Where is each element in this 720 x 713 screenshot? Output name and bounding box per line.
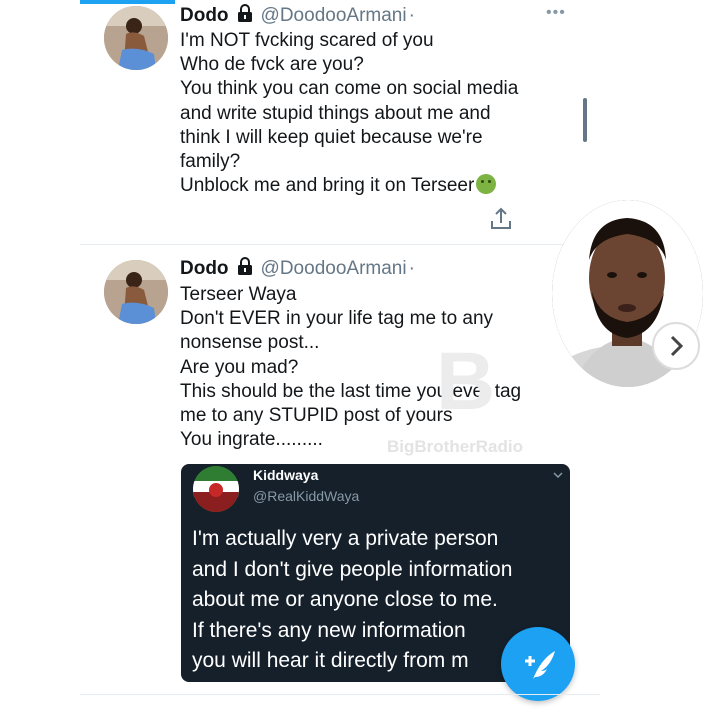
quoted-line: I'm actually very a private person xyxy=(192,527,499,550)
tweet-header: Dodo @DoodooArmani · xyxy=(180,256,415,282)
share-icon[interactable] xyxy=(488,206,514,232)
separator-dot: · xyxy=(408,5,415,26)
tweet-text: Terseer Waya Don't EVER in your life tag… xyxy=(180,283,580,452)
tweet-line: Who de fvck are you? xyxy=(180,54,364,76)
next-slide-button[interactable] xyxy=(652,322,700,370)
top-accent-bar xyxy=(80,0,175,4)
tweet-2[interactable]: Dodo @DoodooArmani · Terseer Waya Don't … xyxy=(80,248,600,701)
tweet-line: Unblock me and bring it on Terseer xyxy=(180,175,475,197)
compose-tweet-icon xyxy=(525,651,555,679)
screenshot-panel: Dodo @DoodooArmani · ••• I'm NOT fvcking… xyxy=(80,0,600,713)
display-name[interactable]: Dodo xyxy=(180,5,229,27)
tweet-line: and write stupid things about me and xyxy=(180,102,491,124)
scrollbar-thumb[interactable] xyxy=(583,98,587,142)
tweet-line: me to any STUPID post of yours xyxy=(180,405,453,427)
nauseated-face-icon xyxy=(476,174,497,195)
tweet-line: nonsense post... xyxy=(180,332,320,354)
tweet-header: Dodo @DoodooArmani · xyxy=(180,3,415,29)
watermark-text: BigBrotherRadio xyxy=(387,437,523,456)
lock-icon xyxy=(237,4,253,28)
display-name[interactable]: Dodo xyxy=(180,258,229,280)
quoted-display-name: Kiddwaya xyxy=(253,467,319,483)
tweet-line: This should be the last time you ever ta… xyxy=(180,380,522,402)
quoted-user-handle: @RealKiddWaya xyxy=(253,488,360,504)
avatar[interactable] xyxy=(104,260,168,324)
tweet-text: I'm NOT fvcking scared of you Who de fvc… xyxy=(180,29,580,198)
chevron-down-icon xyxy=(553,470,563,480)
quoted-line: and I don't give people information xyxy=(192,557,513,581)
tweet-line: You think you can come on social media xyxy=(180,78,519,100)
tweet-line: Terseer Waya xyxy=(180,284,297,305)
watermark-logo: B xyxy=(436,336,496,427)
tweet-line: think I will keep quiet because we're xyxy=(180,126,483,148)
tweet-line-last: Unblock me and bring it on Terseer xyxy=(180,174,580,198)
tweet-line: family? xyxy=(180,151,241,173)
tweet-1[interactable]: Dodo @DoodooArmani · ••• I'm NOT fvcking… xyxy=(80,0,600,245)
lock-icon xyxy=(237,257,253,281)
avatar[interactable] xyxy=(104,6,168,70)
quoted-line: about me or anyone close to me. xyxy=(192,588,498,611)
chevron-right-icon xyxy=(670,335,684,357)
tweet-line: Are you mad? xyxy=(180,356,299,378)
compose-tweet-button[interactable] xyxy=(501,627,575,701)
tweet-line: I'm NOT fvcking scared of you xyxy=(180,30,434,51)
tweet-line: Don't EVER in your life tag me to any xyxy=(180,308,494,330)
divider xyxy=(80,694,600,695)
divider xyxy=(80,244,600,245)
separator-dot: · xyxy=(408,258,415,279)
quoted-avatar xyxy=(193,466,239,512)
more-options-icon[interactable]: ••• xyxy=(546,4,566,22)
user-handle[interactable]: @DoodooArmani xyxy=(261,258,407,280)
user-handle[interactable]: @DoodooArmani xyxy=(261,5,407,27)
